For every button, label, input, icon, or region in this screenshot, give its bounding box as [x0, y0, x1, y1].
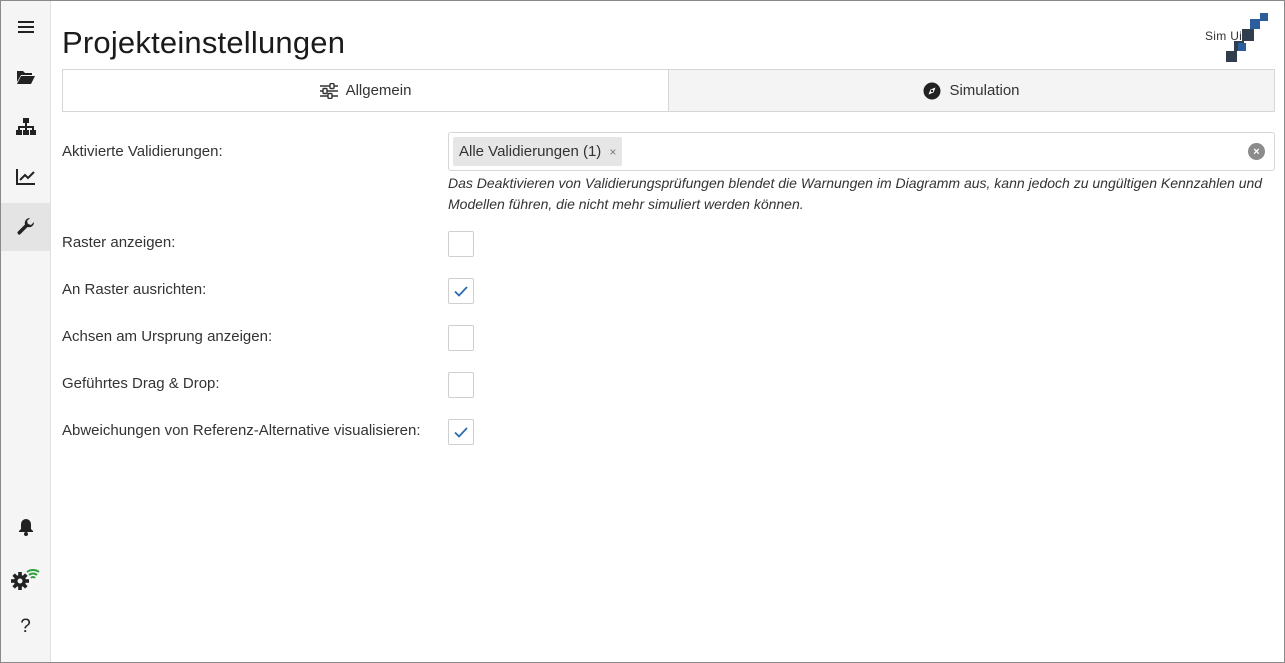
menu-button[interactable] [1, 3, 50, 51]
tab-allgemein-label: Allgemein [345, 82, 412, 99]
checkbox-an-raster-ausrichten[interactable] [448, 278, 474, 304]
option-label-gefuehrtes-drag-drop: Geführtes Drag & Drop: [62, 375, 220, 392]
compass-icon [923, 82, 941, 99]
option-label-an-raster-ausrichten: An Raster ausrichten: [62, 281, 207, 298]
chart-button[interactable] [1, 153, 50, 201]
sidebar: ? [1, 1, 51, 662]
chart-line-icon [15, 169, 35, 185]
help-button[interactable]: ? [1, 603, 50, 651]
tab-simulation[interactable]: Simulation [668, 70, 1274, 111]
tab-simulation-label: Simulation [949, 82, 1020, 99]
connection-settings-button[interactable] [1, 553, 50, 601]
checkbox-abweichungen-visualisieren[interactable] [448, 419, 474, 445]
open-project-button[interactable] [1, 53, 50, 101]
main-content: Projekteinstellungen Sim Ui Allgemein Si… [62, 1, 1275, 662]
bell-icon [18, 519, 33, 536]
settings-tools-button[interactable] [1, 203, 50, 251]
checkbox-raster-anzeigen[interactable] [448, 231, 474, 257]
wrench-icon [16, 217, 34, 235]
option-label-achsen-am-ursprung: Achsen am Ursprung anzeigen: [62, 328, 273, 345]
menu-icon [17, 21, 34, 33]
option-label-abweichungen-visualisieren: Abweichungen von Referenz-Alternative vi… [62, 422, 421, 439]
structure-button[interactable] [1, 103, 50, 151]
tab-allgemein[interactable]: Allgemein [63, 70, 668, 111]
checkmark-icon [454, 426, 468, 438]
checkmark-icon [454, 285, 468, 297]
clear-all-icon[interactable]: × [1248, 143, 1265, 160]
notifications-button[interactable] [1, 503, 50, 551]
validations-multiselect[interactable]: Alle Validierungen (1) × × [448, 132, 1275, 171]
sitemap-icon [15, 118, 36, 135]
validations-help-text: Das Deaktivieren von Validierungsprüfung… [448, 175, 1263, 212]
validation-chip: Alle Validierungen (1) × [453, 137, 623, 166]
app-window: ? Projekteinstellungen Sim Ui Allgemein … [0, 0, 1285, 663]
help-icon: ? [20, 616, 31, 637]
validations-label: Aktivierte Validierungen: [62, 143, 223, 160]
chip-remove-icon[interactable]: × [609, 145, 616, 159]
validation-chip-label: Alle Validierungen (1) [459, 143, 602, 160]
option-label-raster-anzeigen: Raster anzeigen: [62, 234, 176, 251]
simui-logo: Sim Ui [1205, 11, 1273, 65]
settings-tabs: Allgemein Simulation [62, 69, 1275, 112]
sliders-icon [319, 82, 338, 99]
checkbox-gefuehrtes-drag-drop[interactable] [448, 372, 474, 398]
checkbox-achsen-am-ursprung[interactable] [448, 325, 474, 351]
folder-open-icon [16, 71, 35, 84]
page-title: Projekteinstellungen [62, 25, 346, 60]
settings-wifi-icon [10, 569, 40, 590]
